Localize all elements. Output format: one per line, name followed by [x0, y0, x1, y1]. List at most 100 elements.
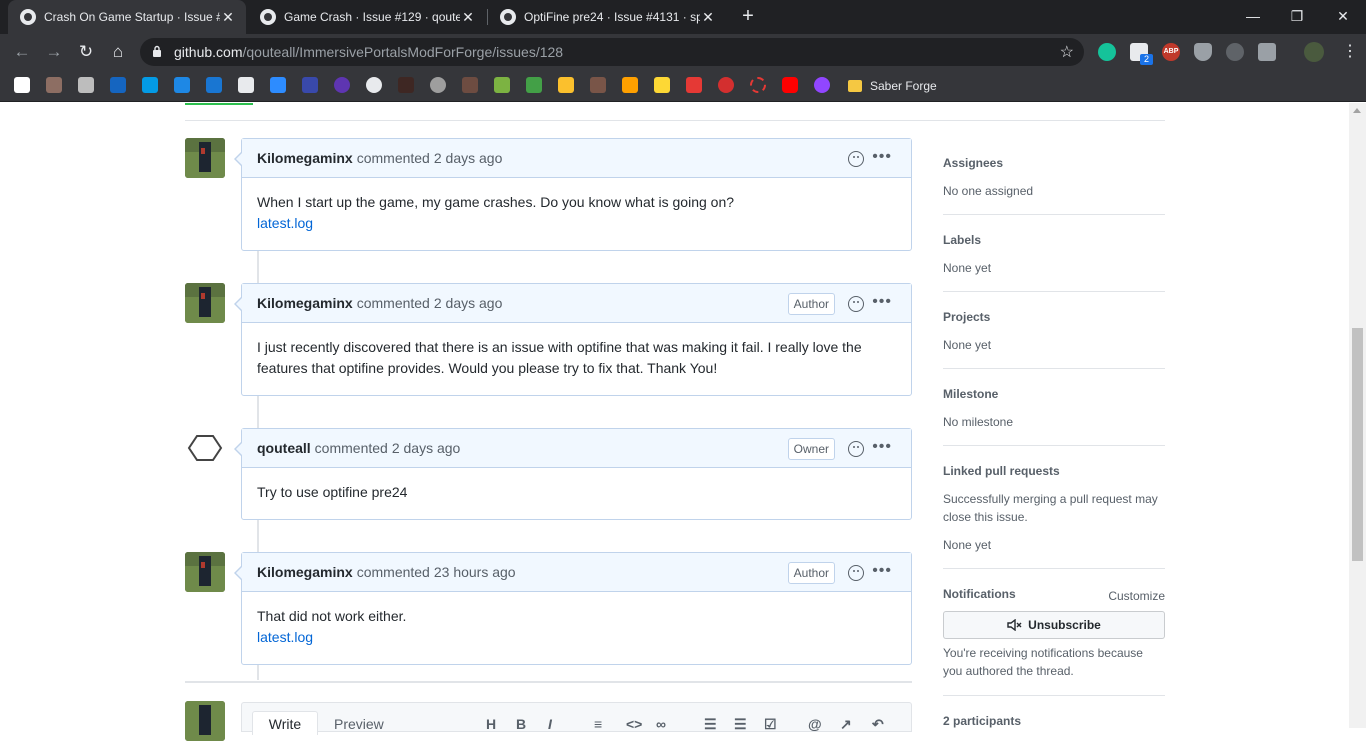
tab-optifine-pre24[interactable]: OptiFine pre24 · Issue #4131 · sp ✕	[488, 0, 726, 34]
bookmark-icon[interactable]	[750, 77, 766, 93]
bookmark-icon[interactable]	[654, 77, 670, 93]
new-tab-button[interactable]: +	[738, 6, 758, 26]
emoji-reaction-icon[interactable]	[848, 441, 864, 457]
address-bar[interactable]: github.com/qouteall/ImmersivePortalsModF…	[140, 38, 1084, 66]
comment-author[interactable]: Kilomegaminx	[257, 150, 353, 166]
sidebar-title[interactable]: Projects	[943, 310, 1165, 328]
link-icon[interactable]: ∞	[656, 716, 666, 732]
bookmark-star-icon[interactable]: ☆	[1060, 42, 1074, 62]
bookmark-icon[interactable]	[334, 77, 350, 93]
customize-link[interactable]: Customize	[1108, 587, 1165, 605]
bookmark-icon[interactable]	[430, 77, 446, 93]
comment-author[interactable]: qouteall	[257, 440, 311, 456]
tab-write[interactable]: Write	[252, 711, 318, 735]
extension-icon[interactable]	[1226, 43, 1244, 61]
bookmark-icon[interactable]	[366, 77, 382, 93]
close-tab-icon[interactable]: ✕	[220, 9, 236, 26]
bookmark-folder-saber-forge[interactable]: Saber Forge	[848, 76, 937, 96]
plex-icon[interactable]	[622, 77, 638, 93]
minimize-button[interactable]: —	[1238, 6, 1268, 26]
saved-replies-icon[interactable]: ↶	[872, 716, 884, 733]
grammarly-icon[interactable]	[1098, 43, 1116, 61]
adblock-icon[interactable]: ABP	[1162, 43, 1180, 61]
bookmark-icon[interactable]	[494, 77, 510, 93]
sidebar-title[interactable]: Labels	[943, 233, 1165, 251]
emoji-reaction-icon[interactable]	[848, 151, 864, 167]
comment: qouteall commented 2 days ago Owner ••• …	[234, 428, 912, 520]
bookmark-icon[interactable]	[238, 77, 254, 93]
emoji-reaction-icon[interactable]	[848, 296, 864, 312]
bookmark-icon[interactable]	[206, 77, 222, 93]
sidebar-title[interactable]: Assignees	[943, 156, 1165, 174]
scroll-up-icon[interactable]	[1353, 108, 1361, 113]
avatar[interactable]	[185, 552, 225, 592]
close-window-button[interactable]: ✕	[1328, 6, 1358, 26]
sidebar-labels: Labels None yet	[943, 233, 1165, 292]
bookmark-icon[interactable]	[174, 77, 190, 93]
tab-crash-on-game-startup[interactable]: Crash On Game Startup · Issue #1 ✕	[8, 0, 246, 34]
reload-icon[interactable]: ↻	[76, 42, 96, 62]
timeline-connector	[257, 395, 259, 429]
profile-avatar[interactable]	[1304, 42, 1324, 62]
reference-icon[interactable]: ↗	[840, 716, 852, 733]
more-options-icon[interactable]: •••	[872, 563, 892, 579]
shield-icon[interactable]	[1194, 43, 1212, 61]
bookmark-icon[interactable]	[686, 77, 702, 93]
bookmark-icon[interactable]	[78, 77, 94, 93]
tab-game-crash[interactable]: Game Crash · Issue #129 · qoutea ✕	[248, 0, 486, 34]
comment-time[interactable]: 2 days ago	[392, 440, 461, 456]
comment-time[interactable]: 23 hours ago	[434, 564, 516, 580]
close-tab-icon[interactable]: ✕	[460, 9, 476, 26]
bookmark-icon[interactable]	[718, 77, 734, 93]
comment-time[interactable]: 2 days ago	[434, 295, 503, 311]
attachment-link[interactable]: latest.log	[257, 627, 896, 648]
unsubscribe-button[interactable]: Unsubscribe	[943, 611, 1165, 639]
comment-author[interactable]: Kilomegaminx	[257, 295, 353, 311]
avatar[interactable]	[185, 428, 225, 468]
forward-arrow-icon[interactable]: →	[44, 42, 64, 62]
twitch-icon[interactable]	[814, 77, 830, 93]
bookmark-icon[interactable]	[110, 77, 126, 93]
avatar[interactable]	[185, 283, 225, 323]
attachment-link[interactable]: latest.log	[257, 213, 896, 234]
maximize-button[interactable]: ❐	[1282, 6, 1312, 26]
code-icon[interactable]: <>	[626, 716, 642, 732]
bookmark-icon[interactable]	[302, 77, 318, 93]
back-arrow-icon[interactable]: ←	[12, 42, 32, 62]
mention-icon[interactable]: @	[808, 716, 822, 732]
sidebar-title[interactable]: Milestone	[943, 387, 1165, 405]
bookmark-icon[interactable]	[558, 77, 574, 93]
tab-preview[interactable]: Preview	[334, 716, 384, 732]
comment-header: Kilomegaminx commented 2 days ago •••	[242, 139, 911, 178]
bookmark-icon[interactable]	[142, 77, 158, 93]
bulleted-list-icon[interactable]: ☰	[704, 716, 717, 733]
bookmark-icon[interactable]	[590, 77, 606, 93]
comment-action: commented	[356, 150, 430, 166]
youtube-icon[interactable]	[782, 77, 798, 93]
extension-icon[interactable]	[1258, 43, 1276, 61]
amazon-icon[interactable]	[14, 77, 30, 93]
menu-icon[interactable]: ⋮	[1342, 42, 1358, 62]
numbered-list-icon[interactable]: ☰	[734, 716, 747, 733]
bookmark-icon[interactable]	[526, 77, 542, 93]
more-options-icon[interactable]: •••	[872, 439, 892, 455]
zoom-icon[interactable]	[270, 77, 286, 93]
italic-icon[interactable]: I	[548, 716, 552, 732]
home-icon[interactable]: ⌂	[108, 42, 128, 62]
bookmark-icon[interactable]	[398, 77, 414, 93]
avatar[interactable]	[185, 138, 225, 178]
avatar[interactable]	[185, 701, 225, 741]
scrollbar-thumb[interactable]	[1352, 328, 1363, 561]
quote-icon[interactable]: ≡	[594, 716, 602, 732]
close-tab-icon[interactable]: ✕	[700, 9, 716, 26]
emoji-reaction-icon[interactable]	[848, 565, 864, 581]
task-list-icon[interactable]: ☑	[764, 716, 777, 733]
bookmark-icon[interactable]	[46, 77, 62, 93]
more-options-icon[interactable]: •••	[872, 149, 892, 165]
heading-icon[interactable]: H	[486, 716, 496, 732]
comment-author[interactable]: Kilomegaminx	[257, 564, 353, 580]
more-options-icon[interactable]: •••	[872, 294, 892, 310]
bold-icon[interactable]: B	[516, 716, 526, 732]
comment-time[interactable]: 2 days ago	[434, 150, 503, 166]
bookmark-icon[interactable]	[462, 77, 478, 93]
